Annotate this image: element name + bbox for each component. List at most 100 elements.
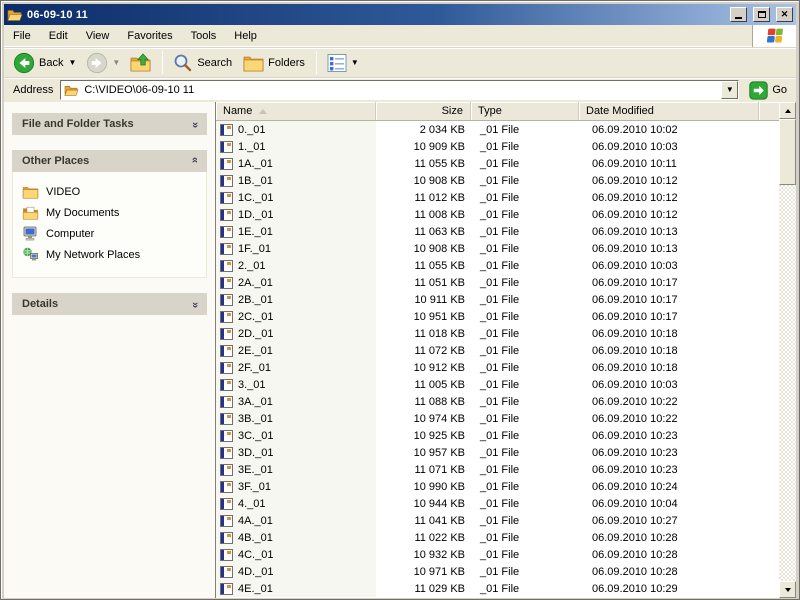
file-name-text: 4._01 bbox=[238, 498, 266, 510]
address-dropdown-button[interactable]: ▼ bbox=[721, 81, 738, 99]
maximize-icon bbox=[758, 11, 766, 18]
table-row[interactable]: 0._012 034 KB_01 File06.09.2010 10:02 bbox=[216, 121, 779, 138]
file-date-modified: 06.09.2010 10:03 bbox=[579, 260, 759, 272]
search-button[interactable]: Search bbox=[168, 51, 238, 75]
menu-view[interactable]: View bbox=[77, 27, 119, 45]
table-row[interactable]: 2C._0110 951 KB_01 File06.09.2010 10:17 bbox=[216, 308, 779, 325]
file-name-text: 4E._01 bbox=[238, 583, 273, 595]
menu-tools[interactable]: Tools bbox=[182, 27, 226, 45]
views-button[interactable]: ▼ bbox=[322, 51, 364, 75]
details-header[interactable]: Details » bbox=[12, 293, 207, 315]
triangle-down-icon bbox=[785, 588, 791, 592]
file-size: 11 012 KB bbox=[376, 192, 471, 204]
folder-icon bbox=[22, 185, 39, 199]
table-row[interactable]: 3E._0111 071 KB_01 File06.09.2010 10:23 bbox=[216, 461, 779, 478]
file-size: 10 932 KB bbox=[376, 549, 471, 561]
table-row[interactable]: 1B._0110 908 KB_01 File06.09.2010 10:12 bbox=[216, 172, 779, 189]
close-button[interactable]: ✕ bbox=[776, 7, 793, 22]
scroll-up-button[interactable] bbox=[779, 102, 796, 119]
table-row[interactable]: 4E._0111 029 KB_01 File06.09.2010 10:29 bbox=[216, 580, 779, 597]
table-row[interactable]: 4A._0111 041 KB_01 File06.09.2010 10:27 bbox=[216, 512, 779, 529]
maximize-button[interactable] bbox=[753, 7, 770, 22]
table-row[interactable]: 1F._0110 908 KB_01 File06.09.2010 10:13 bbox=[216, 240, 779, 257]
go-button[interactable]: Go bbox=[746, 80, 793, 101]
scroll-down-button[interactable] bbox=[779, 581, 796, 598]
table-row[interactable]: 1._0110 909 KB_01 File06.09.2010 10:03 bbox=[216, 138, 779, 155]
table-row[interactable]: 3A._0111 088 KB_01 File06.09.2010 10:22 bbox=[216, 393, 779, 410]
address-folder-icon bbox=[64, 84, 79, 97]
file-icon bbox=[220, 243, 233, 255]
file-type: _01 File bbox=[471, 158, 579, 170]
file-name-text: 1._01 bbox=[238, 141, 266, 153]
column-header-name[interactable]: Name bbox=[216, 102, 376, 120]
folders-button[interactable]: Folders bbox=[238, 52, 311, 74]
file-size: 10 971 KB bbox=[376, 566, 471, 578]
back-label: Back bbox=[39, 57, 64, 69]
views-dropdown-icon[interactable]: ▼ bbox=[351, 59, 359, 67]
forward-dropdown-icon[interactable]: ▼ bbox=[112, 59, 120, 67]
file-date-modified: 06.09.2010 10:23 bbox=[579, 464, 759, 476]
file-type: _01 File bbox=[471, 277, 579, 289]
column-header-size[interactable]: Size bbox=[376, 102, 471, 120]
address-input[interactable]: C:\VIDEO\06-09-10 11 ▼ bbox=[60, 80, 739, 100]
file-icon bbox=[220, 549, 233, 561]
minimize-button[interactable] bbox=[730, 7, 747, 22]
table-row[interactable]: 3B._0110 974 KB_01 File06.09.2010 10:22 bbox=[216, 410, 779, 427]
table-row[interactable]: 1A._0111 055 KB_01 File06.09.2010 10:11 bbox=[216, 155, 779, 172]
file-icon bbox=[220, 566, 233, 578]
file-type: _01 File bbox=[471, 311, 579, 323]
file-size: 11 005 KB bbox=[376, 379, 471, 391]
file-type: _01 File bbox=[471, 226, 579, 238]
table-row[interactable]: 2D._0111 018 KB_01 File06.09.2010 10:18 bbox=[216, 325, 779, 342]
file-name: 1B._01 bbox=[216, 172, 376, 189]
other-places-header[interactable]: Other Places » bbox=[12, 150, 207, 172]
table-row[interactable]: 2F._0110 912 KB_01 File06.09.2010 10:18 bbox=[216, 359, 779, 376]
table-row[interactable]: 4B._0111 022 KB_01 File06.09.2010 10:28 bbox=[216, 529, 779, 546]
back-dropdown-icon[interactable]: ▼ bbox=[68, 59, 76, 67]
file-date-modified: 06.09.2010 10:18 bbox=[579, 362, 759, 374]
table-row[interactable]: 3._0111 005 KB_01 File06.09.2010 10:03 bbox=[216, 376, 779, 393]
table-row[interactable]: 3D._0110 957 KB_01 File06.09.2010 10:23 bbox=[216, 444, 779, 461]
menu-help[interactable]: Help bbox=[225, 27, 266, 45]
file-name: 2B._01 bbox=[216, 291, 376, 308]
column-header-date-modified[interactable]: Date Modified bbox=[579, 102, 759, 120]
column-header-type[interactable]: Type bbox=[471, 102, 579, 120]
file-name-text: 3B._01 bbox=[238, 413, 273, 425]
table-row[interactable]: 2A._0111 051 KB_01 File06.09.2010 10:17 bbox=[216, 274, 779, 291]
table-row[interactable]: 1D._0111 008 KB_01 File06.09.2010 10:12 bbox=[216, 206, 779, 223]
file-type: _01 File bbox=[471, 209, 579, 221]
table-row[interactable]: 2._0111 055 KB_01 File06.09.2010 10:03 bbox=[216, 257, 779, 274]
file-and-folder-tasks-header[interactable]: File and Folder Tasks » bbox=[12, 113, 207, 135]
table-row[interactable]: 1E._0111 063 KB_01 File06.09.2010 10:13 bbox=[216, 223, 779, 240]
table-row[interactable]: 4D._0110 971 KB_01 File06.09.2010 10:28 bbox=[216, 563, 779, 580]
file-name: 4D._01 bbox=[216, 563, 376, 580]
sidebar-item-my-documents[interactable]: My Documents bbox=[22, 202, 202, 223]
scrollbar-thumb[interactable] bbox=[779, 119, 796, 185]
file-date-modified: 06.09.2010 10:18 bbox=[579, 345, 759, 357]
table-row[interactable]: 4C._0110 932 KB_01 File06.09.2010 10:28 bbox=[216, 546, 779, 563]
table-row[interactable]: 3F._0110 990 KB_01 File06.09.2010 10:24 bbox=[216, 478, 779, 495]
scrollbar-track[interactable] bbox=[779, 185, 796, 581]
table-row[interactable]: 4._0110 944 KB_01 File06.09.2010 10:04 bbox=[216, 495, 779, 512]
forward-button[interactable]: ▼ bbox=[81, 50, 125, 76]
menu-edit[interactable]: Edit bbox=[40, 27, 77, 45]
file-size: 11 051 KB bbox=[376, 277, 471, 289]
file-date-modified: 06.09.2010 10:17 bbox=[579, 277, 759, 289]
table-row[interactable]: 3C._0110 925 KB_01 File06.09.2010 10:23 bbox=[216, 427, 779, 444]
table-row[interactable]: 2B._0110 911 KB_01 File06.09.2010 10:17 bbox=[216, 291, 779, 308]
menu-favorites[interactable]: Favorites bbox=[118, 27, 181, 45]
sidebar-item-computer[interactable]: Computer bbox=[22, 223, 202, 244]
table-row[interactable]: 2E._0111 072 KB_01 File06.09.2010 10:18 bbox=[216, 342, 779, 359]
windows-logo-box bbox=[752, 25, 796, 47]
menu-file[interactable]: File bbox=[4, 27, 40, 45]
file-list-rows: 0._012 034 KB_01 File06.09.2010 10:021._… bbox=[216, 121, 779, 598]
table-row[interactable]: 1C._0111 012 KB_01 File06.09.2010 10:12 bbox=[216, 189, 779, 206]
my-documents-icon bbox=[22, 206, 39, 220]
sidebar-item-my-network-places[interactable]: My Network Places bbox=[22, 244, 202, 265]
back-button[interactable]: Back ▼ bbox=[8, 50, 81, 76]
up-button[interactable] bbox=[125, 51, 157, 75]
file-name-text: 4C._01 bbox=[238, 549, 273, 561]
sidebar-item-video[interactable]: VIDEO bbox=[22, 181, 202, 202]
file-name-text: 4B._01 bbox=[238, 532, 273, 544]
other-places-body: VIDEO My Documents bbox=[12, 172, 207, 278]
